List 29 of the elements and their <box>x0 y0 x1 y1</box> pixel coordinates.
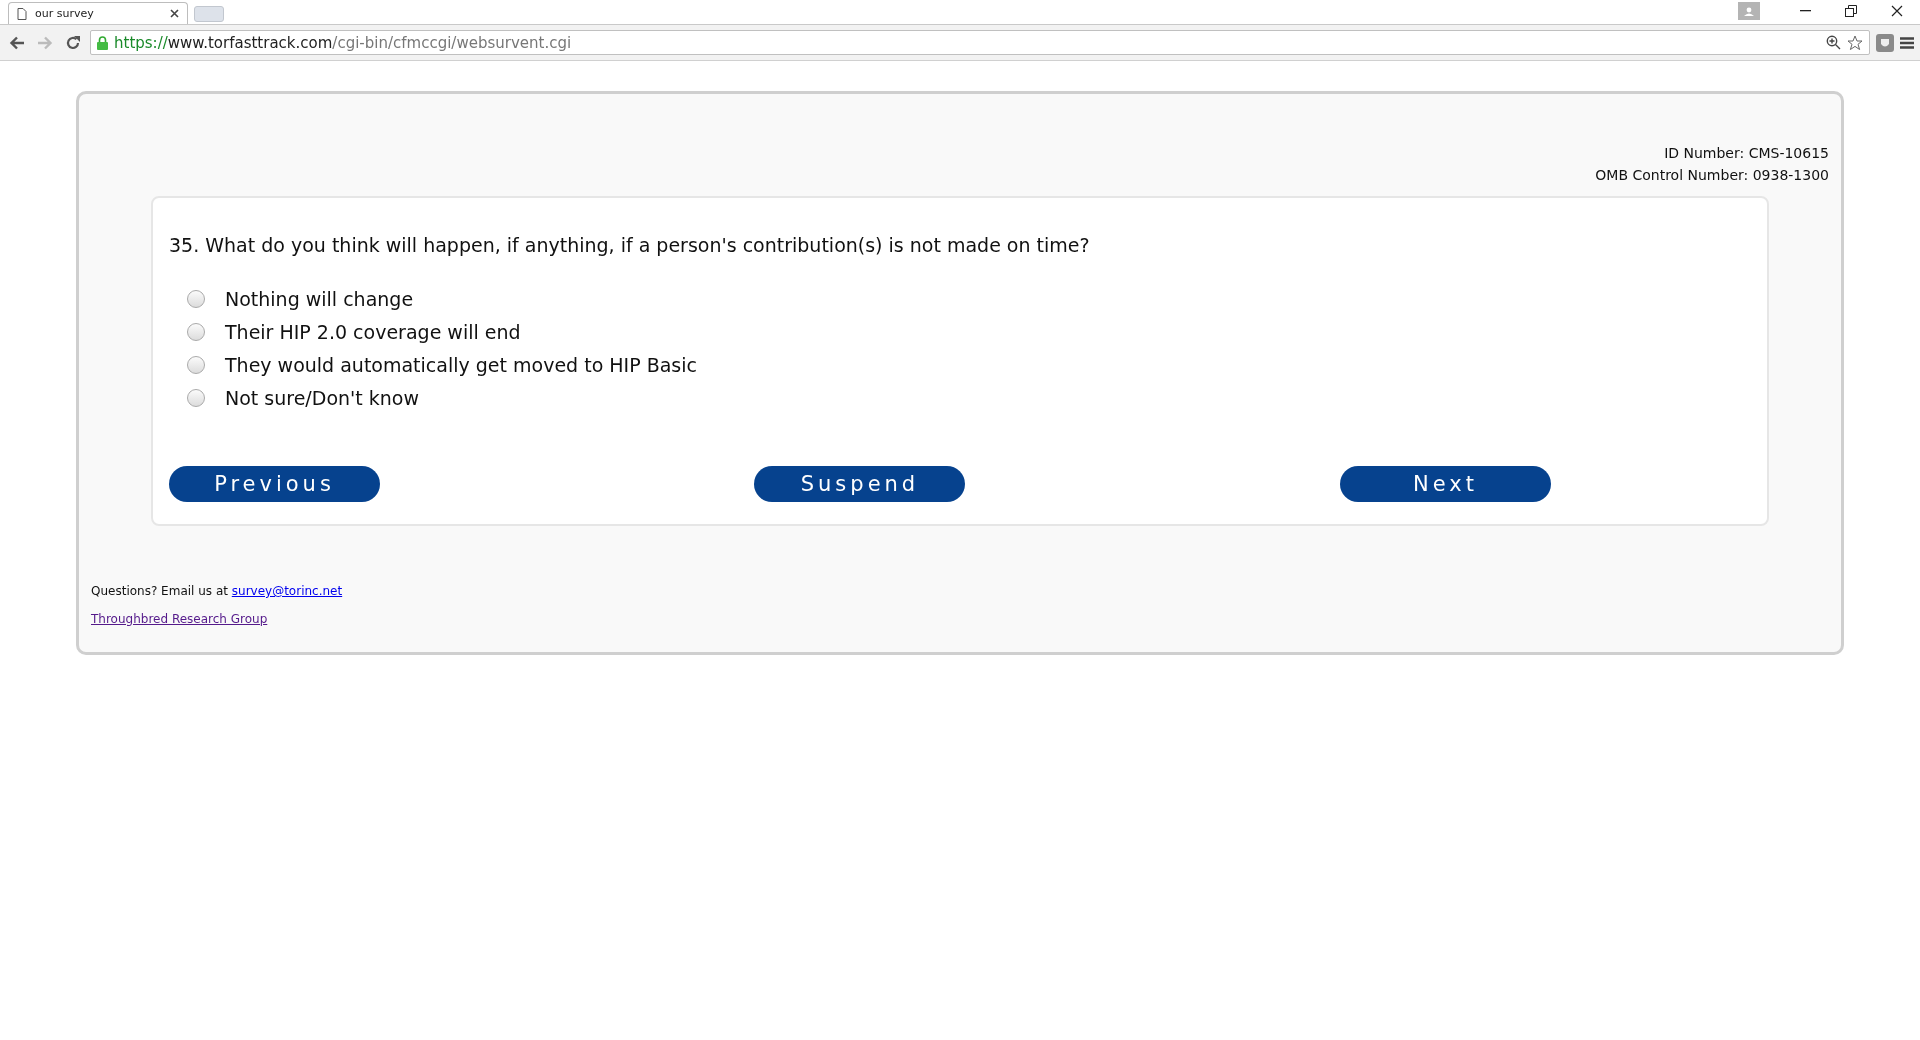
contact-text: Questions? Email us at <box>91 584 228 598</box>
star-icon[interactable] <box>1847 34 1863 51</box>
address-bar[interactable]: https://www.torfasttrack.com/cgi-bin/cfmccgi/websurvent.cgi <box>90 30 1870 55</box>
user-icon[interactable] <box>1738 2 1760 20</box>
close-icon[interactable] <box>170 9 179 18</box>
option-label[interactable]: Nothing will change <box>225 287 414 310</box>
radio-button[interactable] <box>187 322 205 341</box>
radio-button[interactable] <box>187 289 205 308</box>
new-tab-button[interactable] <box>194 6 224 22</box>
company-link[interactable]: Throughbred Research Group <box>91 612 268 626</box>
option-label[interactable]: They would automatically get moved to HIP Basic <box>225 353 697 376</box>
url-text: https://www.torfasttrack.com/cgi-bin/cfmccgi/websurvent.cgi <box>114 33 573 52</box>
page-icon <box>17 7 27 20</box>
menu-icon[interactable] <box>1900 36 1914 49</box>
id-text: OMB Control Number: 0938-1300 <box>1595 166 1829 185</box>
email-link[interactable]: survey@torinc.net <box>231 584 343 598</box>
option-label[interactable]: Their HIP 2.0 coverage will end <box>225 320 521 343</box>
browser-tab[interactable]: our survey <box>8 2 188 24</box>
question-text: 35. What do you think will happen, if anything, if a person's contribution(s) is not made on time? <box>169 234 1091 256</box>
radio-button[interactable] <box>187 388 205 407</box>
option-label[interactable]: Not sure/Don't know <box>225 386 419 409</box>
zoom-icon[interactable] <box>1826 35 1841 50</box>
nav-button[interactable]: Suspend <box>754 466 966 502</box>
lock-icon <box>97 35 108 50</box>
id-text: ID Number: CMS-10615 <box>1664 144 1829 163</box>
nav-button[interactable]: Previous <box>169 466 380 502</box>
extension-icon[interactable] <box>1876 33 1894 52</box>
radio-button[interactable] <box>187 355 205 374</box>
nav-button[interactable]: Next <box>1340 466 1551 502</box>
